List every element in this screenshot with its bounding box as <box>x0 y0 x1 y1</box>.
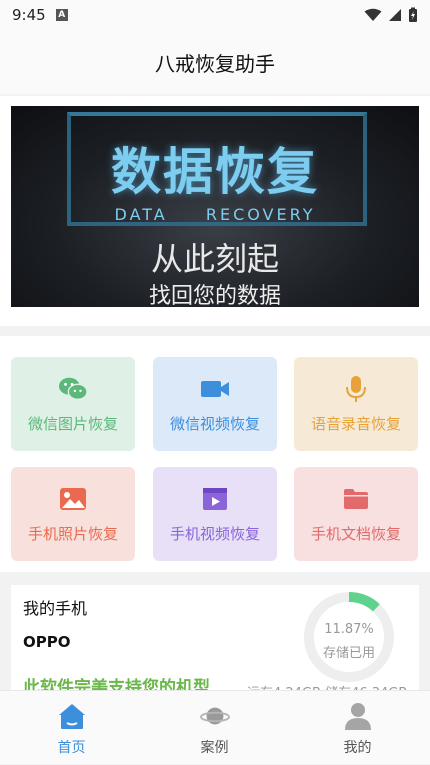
tile-label: 手机视频恢复 <box>169 524 260 543</box>
tile-label: 语音录音恢复 <box>310 414 401 433</box>
battery-icon <box>409 7 417 22</box>
tile-phone-photo-recovery[interactable]: 手机照片恢复 <box>11 467 135 561</box>
tile-wechat-video-recovery[interactable]: 微信视频恢复 <box>153 357 277 451</box>
storage-ring: 11.87% 存储已用 <box>301 589 397 685</box>
signal-icon <box>389 9 401 21</box>
status-bar: 9:45 A <box>0 0 430 30</box>
my-phone-heading: 我的手机 <box>23 599 88 618</box>
app-bar: 八戒恢复助手 <box>0 30 430 94</box>
tile-label: 手机文档恢复 <box>310 524 401 543</box>
bottom-tab-bar: 首页 案例 我的 <box>0 690 430 764</box>
storage-used-label: 存储已用 <box>322 646 375 661</box>
wechat-icon <box>58 375 88 403</box>
tab-label: 案例 <box>200 740 229 756</box>
tab-label: 首页 <box>57 740 86 756</box>
phone-brand: OPPO <box>23 633 71 651</box>
status-time: 9:45 <box>12 6 46 24</box>
tile-phone-video-recovery[interactable]: 手机视频恢复 <box>153 467 277 561</box>
feature-grid: 微信图片恢复 微信视频恢复 语音录音恢复 手机照片恢复 手机视频恢复 手机文档恢… <box>0 336 430 572</box>
banner-line2: 找回您的数据 <box>148 284 281 307</box>
tile-voice-recovery[interactable]: 语音录音恢复 <box>294 357 418 451</box>
storage-percent: 11.87% <box>324 622 374 637</box>
video-camera-icon <box>200 375 230 403</box>
banner-line1: 从此刻起 <box>150 240 279 278</box>
tab-cases[interactable]: 案例 <box>143 691 286 765</box>
photo-icon <box>58 485 88 513</box>
wifi-icon <box>364 8 382 21</box>
tile-wechat-photo-recovery[interactable]: 微信图片恢复 <box>11 357 135 451</box>
planet-icon <box>199 701 230 731</box>
tile-phone-document-recovery[interactable]: 手机文档恢复 <box>294 467 418 561</box>
status-icons <box>364 7 418 23</box>
folder-icon <box>341 485 371 513</box>
ring-track <box>304 592 394 682</box>
recovery-banner[interactable]: 数据恢复 DATA RECOVERY 从此刻起 找回您的数据 <box>11 106 419 307</box>
notification-a-icon: A <box>55 9 68 21</box>
tile-label: 手机照片恢复 <box>27 524 118 543</box>
banner-subtitle: DATA RECOVERY <box>114 205 316 224</box>
tab-mine[interactable]: 我的 <box>286 691 429 765</box>
banner-section: 数据恢复 DATA RECOVERY 从此刻起 找回您的数据 <box>0 96 430 326</box>
film-icon <box>200 485 230 513</box>
my-phone-card: 我的手机 OPPO 此软件完美支持您的机型 运存4.24GB 储存46.34GB… <box>11 585 419 695</box>
tab-label: 我的 <box>343 740 372 756</box>
tab-home[interactable]: 首页 <box>0 691 143 765</box>
microphone-icon <box>341 375 371 403</box>
user-icon <box>343 701 373 731</box>
banner-title: 数据恢复 <box>111 143 319 201</box>
tile-label: 微信图片恢复 <box>27 414 118 433</box>
tile-label: 微信视频恢复 <box>169 414 260 433</box>
page-title: 八戒恢复助手 <box>155 51 275 76</box>
home-icon <box>57 701 87 731</box>
